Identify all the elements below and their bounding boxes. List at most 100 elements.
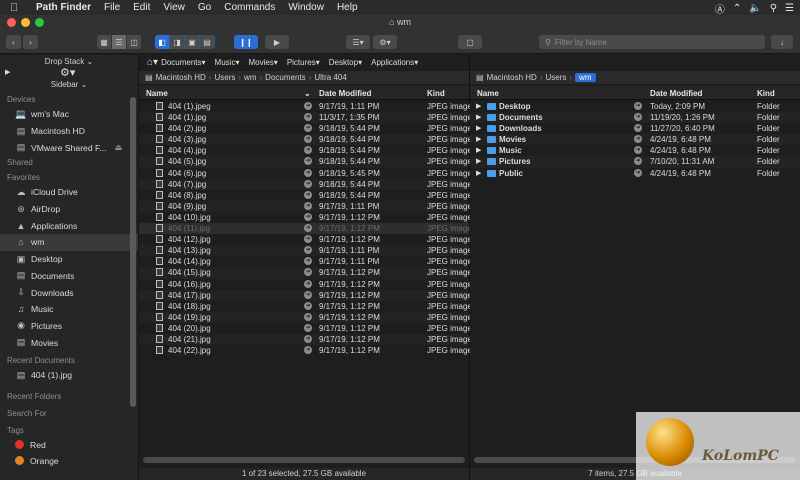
breadcrumb-item[interactable]: Macintosh HD [156,73,206,82]
reveal-arrow-icon[interactable]: ➜ [634,124,642,133]
breadcrumb-item-current[interactable]: wm [575,73,596,82]
date-column-header[interactable]: Date Modified [650,89,702,98]
reveal-arrow-icon[interactable]: ➜ [304,190,312,199]
favorite-documents[interactable]: Documents▾ [161,58,205,67]
table-row[interactable]: 404 (14).jpg ➜ 9/17/19, 1:11 PM JPEG image [139,256,472,267]
table-row[interactable]: ▶ Public ➜ 4/24/19, 6:48 PM Folder [470,168,800,179]
table-row[interactable]: 404 (6).jpg ➜ 9/18/19, 5:45 PM JPEG image [139,168,472,179]
reveal-arrow-icon[interactable]: ➜ [304,346,312,355]
sidebar-item-music[interactable]: ♫ Music [0,301,138,318]
icon-view-icon[interactable]: ▦ [97,35,112,49]
search-icon[interactable]: ⚲ [770,3,777,14]
reveal-arrow-icon[interactable]: ➜ [634,102,642,110]
table-row[interactable]: 404 (18).jpg ➜ 9/17/19, 1:12 PM JPEG image [139,301,472,312]
favorite-pictures[interactable]: Pictures▾ [287,58,320,67]
sidebar-item-wm[interactable]: ⌂ wm [0,234,138,251]
right-pane-icon[interactable]: ◨ [170,35,185,49]
sidebar-item-pictures[interactable]: ◉ Pictures [0,318,138,335]
reveal-arrow-icon[interactable]: ➜ [304,334,312,343]
kind-column-header[interactable]: Kind [757,89,775,98]
reveal-arrow-icon[interactable]: ➜ [304,323,312,332]
actions-menu-button[interactable]: ⚙▾ [373,35,397,49]
drop-stack-area[interactable]: ▶ ⚙▾ [0,66,138,80]
filter-input[interactable] [554,37,745,47]
horizontal-scrollbar[interactable] [143,457,465,463]
table-row[interactable]: 404 (4).jpg ➜ 9/18/19, 5:44 PM JPEG image [139,145,472,156]
dual-pane-button[interactable]: ❙❙ [234,35,258,49]
breadcrumb-item[interactable]: Ultra 404 [314,73,346,82]
left-pane-icon[interactable]: ◧ [155,35,170,49]
sidebar-scrollbar[interactable] [130,97,136,407]
table-row[interactable]: 404 (12).jpg ➜ 9/17/19, 1:12 PM JPEG image [139,234,472,245]
menu-app-name[interactable]: Path Finder [36,2,91,13]
reveal-arrow-icon[interactable]: ➜ [304,168,312,177]
new-document-button[interactable]: ▢ [458,35,482,49]
menu-window[interactable]: Window [288,2,324,13]
reveal-arrow-icon[interactable]: ➜ [304,212,312,221]
arrange-menu-button[interactable]: ☰▾ [346,35,370,49]
drop-stack-gear-icon[interactable]: ⚙▾ [60,66,75,79]
sidebar-item-downloads[interactable]: ⇩ Downloads [0,284,138,301]
favorite-movies[interactable]: Movies▾ [248,58,277,67]
disclosure-triangle-icon[interactable]: ▶ [476,135,481,143]
reveal-arrow-icon[interactable]: ➜ [634,168,642,177]
sidebar-item-mac[interactable]: 💻 wm's Mac [0,106,138,123]
eject-icon[interactable]: ⏏ [114,142,122,153]
top-pane-icon[interactable]: ▤ [200,35,215,49]
disclosure-triangle-icon[interactable]: ▶ [476,113,481,121]
disclosure-triangle-icon[interactable]: ▶ [476,157,481,165]
table-row[interactable]: ▶ Movies ➜ 4/24/19, 6:48 PM Folder [470,134,800,146]
filter-search-box[interactable]: ⚲ [539,35,765,49]
table-row[interactable]: 404 (5).jpg ➜ 9/18/19, 5:44 PM JPEG image [139,156,472,168]
disclosure-triangle-icon[interactable]: ▶ [476,169,481,177]
menu-commands[interactable]: Commands [224,2,275,13]
date-column-header[interactable]: Date Modified [319,89,371,98]
table-row[interactable]: 404 (13).jpg ➜ 9/17/19, 1:11 PM JPEG image [139,245,472,257]
download-button[interactable]: ↓ [771,35,793,49]
disclosure-triangle-icon[interactable]: ▶ [476,146,481,154]
table-row[interactable]: 404 (3).jpg ➜ 9/18/19, 5:44 PM JPEG image [139,134,472,146]
reveal-arrow-icon[interactable]: ➜ [304,268,312,277]
table-row[interactable]: 404 (10).jpg ➜ 9/17/19, 1:12 PM JPEG image [139,212,472,223]
sidebar-item-recent-doc[interactable]: ▤ 404 (1).jpg [0,367,138,384]
control-center-icon[interactable]: ☰ [785,3,794,14]
table-row[interactable]: 404 (20).jpg ➜ 9/17/19, 1:12 PM JPEG image [139,323,472,334]
reveal-arrow-icon[interactable]: ➜ [304,246,312,255]
sidebar-item-applications[interactable]: ▲ Applications [0,217,138,234]
breadcrumb-item[interactable]: Documents [265,73,305,82]
table-row[interactable]: ▶ Pictures ➜ 7/10/20, 11:31 AM Folder [470,156,800,168]
column-view-icon[interactable]: ◫ [127,35,142,49]
table-row[interactable]: 404 (19).jpg ➜ 9/17/19, 1:12 PM JPEG image [139,311,472,323]
reveal-arrow-icon[interactable]: ➜ [304,124,312,133]
reveal-arrow-icon[interactable]: ➜ [304,290,312,299]
breadcrumb-item[interactable]: wm [244,73,256,82]
table-row[interactable]: ▶ Documents ➜ 11/19/20, 1:26 PM Folder [470,112,800,124]
table-row[interactable]: 404 (22).jpg ➜ 9/17/19, 1:12 PM JPEG image [139,345,472,356]
sidebar-header[interactable]: Sidebar ⌄ [0,80,138,89]
breadcrumb-item[interactable]: Users [545,73,566,82]
table-row[interactable]: 404 (2).jpg ➜ 9/18/19, 5:44 PM JPEG image [139,123,472,134]
sidebar-tag-orange[interactable]: Orange [0,453,138,469]
drop-stack-header[interactable]: Drop Stack ⌄ [0,57,138,66]
apple-icon[interactable]:  [10,2,28,14]
wifi-icon[interactable]: ⌃ [733,3,741,14]
table-row[interactable]: 404 (11).jpg ➜ 9/17/19, 1:12 PM JPEG image [139,223,472,235]
bottom-pane-icon[interactable]: ▣ [185,35,200,49]
menu-help[interactable]: Help [337,2,358,13]
reveal-arrow-icon[interactable]: ➜ [634,146,642,155]
sidebar-item-vmware-shared[interactable]: ▤ VMware Shared F... ⏏ [0,139,138,156]
disclosure-triangle-icon[interactable]: ▶ [5,68,10,76]
sort-icon[interactable]: ⌄ [304,89,311,98]
sidebar-item-documents[interactable]: ▤ Documents [0,268,138,285]
table-row[interactable]: 404 (8).jpg ➜ 9/18/19, 5:44 PM JPEG image [139,190,472,201]
disclosure-triangle-icon[interactable]: ▶ [476,124,481,132]
table-row[interactable]: 404 (16).jpg ➜ 9/17/19, 1:12 PM JPEG image [139,279,472,290]
reveal-arrow-icon[interactable]: ➜ [304,113,312,122]
reveal-arrow-icon[interactable]: ➜ [304,235,312,244]
table-row[interactable]: 404 (21).jpg ➜ 9/17/19, 1:12 PM JPEG image [139,333,472,346]
reveal-arrow-icon[interactable]: ➜ [304,224,312,233]
table-row[interactable]: 404 (1).jpg ➜ 11/3/17, 1:35 PM JPEG image [139,112,472,124]
table-row[interactable]: ▶ Downloads ➜ 11/27/20, 6:40 PM Folder [470,123,800,134]
breadcrumb-item[interactable]: Macintosh HD [487,73,537,82]
reveal-arrow-icon[interactable]: ➜ [304,279,312,288]
